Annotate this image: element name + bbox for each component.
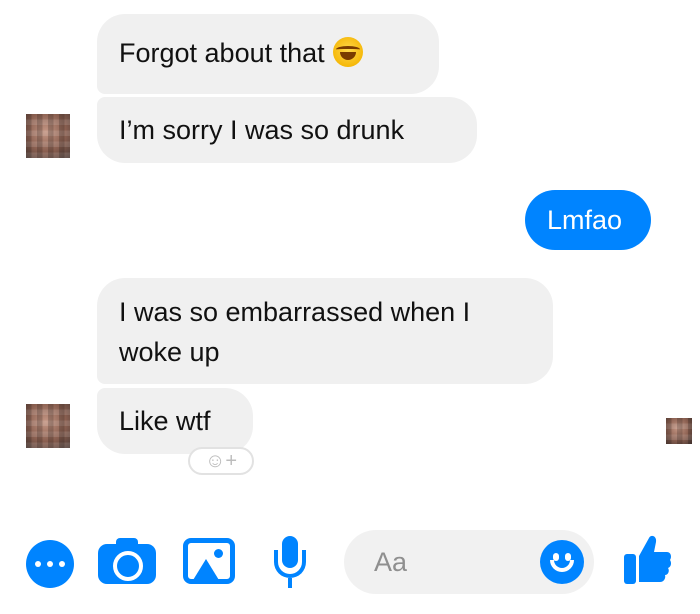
message-text: Lmfao	[547, 205, 623, 235]
add-reaction-button[interactable]: ☺+	[188, 447, 254, 475]
more-icon[interactable]	[26, 540, 74, 588]
outgoing-message[interactable]: Lmfao	[525, 190, 651, 250]
message-text: I was so embarrassed when I woke up	[119, 297, 471, 367]
add-reaction-label: ☺+	[204, 450, 238, 472]
message-text: Forgot about that	[119, 38, 325, 68]
avatar[interactable]	[26, 404, 70, 448]
camera-icon[interactable]	[98, 538, 156, 584]
message-text: Like wtf	[119, 406, 211, 436]
incoming-message[interactable]: I’m sorry I was so drunk	[97, 97, 477, 163]
image-icon[interactable]	[183, 538, 235, 584]
laughing-emoji-icon	[332, 37, 363, 67]
avatar[interactable]	[26, 114, 70, 158]
emoji-icon[interactable]	[540, 540, 584, 584]
incoming-message[interactable]: Like wtf	[97, 388, 253, 454]
message-thread: Forgot about that I’m sorry I was so dru…	[0, 0, 700, 510]
seen-avatar	[666, 418, 692, 444]
incoming-message[interactable]: Forgot about that	[97, 14, 439, 94]
mic-icon[interactable]	[270, 536, 310, 590]
message-input-placeholder: Aa	[374, 547, 408, 577]
incoming-message[interactable]: I was so embarrassed when I woke up	[97, 278, 553, 384]
message-text: I’m sorry I was so drunk	[119, 115, 405, 145]
like-icon[interactable]	[622, 532, 672, 586]
